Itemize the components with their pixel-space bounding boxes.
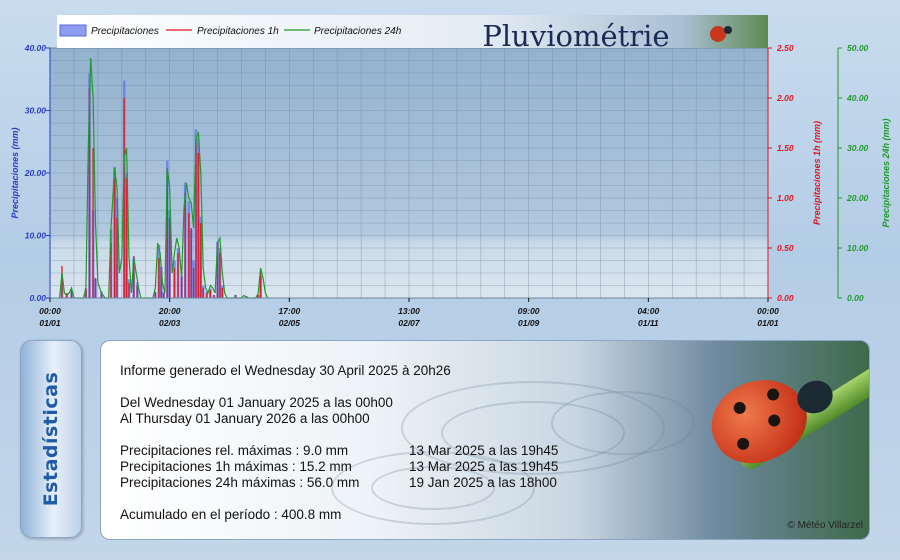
tick-label-right-1h: 0.00 bbox=[777, 293, 794, 303]
tick-label-right-24h: 20.00 bbox=[846, 193, 869, 203]
tick-label-right-24h: 40.00 bbox=[846, 93, 869, 103]
x-tick-time: 00:00 bbox=[39, 306, 61, 316]
x-tick-time: 20:00 bbox=[158, 306, 181, 316]
bar-precipitaciones-1h bbox=[188, 213, 190, 298]
stat-label: Precipitaciones 24h máximas : 56.0 mm bbox=[120, 475, 360, 490]
tick-label-left: 20.00 bbox=[24, 168, 47, 178]
legend: Precipitaciones Precipitaciones 1h Preci… bbox=[59, 24, 402, 37]
axis-label-right-1h: Precipitaciones 1h (mm) bbox=[812, 121, 822, 225]
bar-precipitaciones-1h bbox=[173, 268, 176, 298]
legend-label-precipitaciones: Precipitaciones bbox=[91, 26, 159, 37]
stats-tab[interactable]: Estadísticas bbox=[20, 340, 82, 538]
tick-label-left: 30.00 bbox=[25, 106, 47, 116]
tick-label-right-1h: 1.00 bbox=[777, 193, 794, 203]
bar-precipitaciones-1h bbox=[177, 253, 179, 298]
legend-swatch-precipitaciones bbox=[59, 24, 87, 37]
precipitation-chart: Pluviométrie Precipitaciones Precipitaci… bbox=[10, 15, 891, 328]
x-tick-date: 01/09 bbox=[518, 318, 540, 328]
x-tick-time: 09:00 bbox=[518, 306, 540, 316]
bar-precipitaciones-1h bbox=[92, 148, 94, 298]
stat-label: Precipitaciones rel. máximas : 9.0 mm bbox=[120, 443, 349, 458]
bar-precipitaciones-1h bbox=[136, 286, 139, 298]
tick-label-right-24h: 30.00 bbox=[847, 143, 869, 153]
bar-precipitaciones-1h bbox=[190, 228, 192, 298]
ladybug-thumbnail-head-icon bbox=[724, 26, 732, 34]
bar-precipitaciones-1h bbox=[219, 253, 221, 298]
bar-precipitaciones-1h bbox=[206, 293, 208, 298]
axis-label-left: Precipitaciones (mm) bbox=[10, 127, 20, 218]
period-from-line: Del Wednesday 01 January 2025 a las 00h0… bbox=[120, 395, 393, 410]
tick-label-right-1h: 2.00 bbox=[776, 93, 794, 103]
x-tick-date: 02/07 bbox=[398, 318, 421, 328]
axis-left: 0.00 10.00 20.00 30.00 40.00 bbox=[24, 43, 51, 303]
stat-row-max-24h: Precipitaciones 24h máximas : 56.0 mm 19… bbox=[120, 475, 557, 491]
x-tick-time: 00:00 bbox=[757, 306, 779, 316]
x-tick-date: 01/01 bbox=[757, 318, 779, 328]
tick-label-right-1h: 0.50 bbox=[777, 243, 794, 253]
tick-label-left: 10.00 bbox=[25, 231, 47, 241]
axis-label-right-24h: Precipitaciones 24h (mm) bbox=[881, 118, 891, 227]
bar-precipitaciones-1h bbox=[192, 268, 195, 298]
axis-right-1h: 0.00 0.50 1.00 1.50 2.00 2.50 bbox=[767, 43, 794, 303]
bar-precipitaciones-1h bbox=[221, 288, 224, 298]
period-to-line: Al Thursday 01 January 2026 a las 00h00 bbox=[120, 411, 370, 426]
stats-panel: Informe generado el Wednesday 30 April 2… bbox=[100, 340, 870, 540]
ladybug-thumbnail-icon bbox=[710, 26, 726, 42]
legend-label-precipitaciones-1h: Precipitaciones 1h bbox=[197, 26, 279, 37]
bar-precipitaciones-1h bbox=[209, 290, 212, 298]
bar-precipitaciones-1h bbox=[197, 153, 200, 298]
stat-date: 19 Jan 2025 a las 18h00 bbox=[409, 475, 557, 490]
copyright-text: © Météo Villarzel bbox=[787, 520, 863, 531]
bar-precipitaciones-1h bbox=[94, 278, 97, 298]
bar-precipitaciones-1h bbox=[158, 258, 160, 298]
bar-precipitaciones-1h bbox=[116, 218, 118, 298]
tick-label-right-24h: 10.00 bbox=[847, 243, 869, 253]
tick-label-right-1h: 1.50 bbox=[777, 143, 794, 153]
x-tick-date: 01/01 bbox=[39, 318, 61, 328]
x-tick-date: 01/11 bbox=[638, 318, 659, 328]
stat-row-max-1h: Precipitaciones 1h máximas : 15.2 mm 13 … bbox=[120, 459, 558, 475]
bar-precipitaciones-1h bbox=[162, 293, 165, 298]
chart-title: Pluviométrie bbox=[482, 19, 669, 53]
legend-label-precipitaciones-24h: Precipitaciones 24h bbox=[314, 26, 402, 37]
ripple-decoration bbox=[551, 391, 695, 455]
x-tick-time: 04:00 bbox=[637, 306, 659, 316]
tick-label-left: 0.00 bbox=[29, 293, 46, 303]
tick-label-right-24h: 0.00 bbox=[847, 293, 864, 303]
ladybug-icon bbox=[698, 364, 820, 478]
tick-label-right-1h: 2.50 bbox=[776, 43, 794, 53]
bar-precipitaciones-1h bbox=[200, 223, 202, 298]
stat-date: 13 Mar 2025 a las 19h45 bbox=[409, 459, 559, 474]
bar-precipitaciones-1h bbox=[184, 193, 186, 298]
bar-precipitaciones-1h bbox=[168, 218, 171, 298]
stat-label: Precipitaciones 1h máximas : 15.2 mm bbox=[120, 459, 352, 474]
title-banner: Pluviométrie bbox=[57, 15, 768, 53]
x-tick-time: 13:00 bbox=[398, 306, 420, 316]
x-axis: 00:00 01/01 20:00 02/03 17:00 02/05 13:00 02/07… bbox=[39, 298, 779, 328]
bar-precipitaciones-1h bbox=[113, 178, 116, 298]
bar-precipitaciones-1h bbox=[180, 278, 183, 298]
bar-precipitaciones-1h bbox=[154, 292, 157, 298]
stat-date: 13 Mar 2025 a las 19h45 bbox=[409, 443, 559, 458]
stats-tab-label: Estadísticas bbox=[40, 371, 62, 507]
x-tick-date: 02/05 bbox=[279, 318, 301, 328]
accumulated-line: Acumulado en el período : 400.8 mm bbox=[120, 507, 342, 522]
axis-right-24h: 0.00 10.00 20.00 30.00 40.00 50.00 bbox=[837, 43, 869, 303]
stat-row-max-rel: Precipitaciones rel. máximas : 9.0 mm 13… bbox=[120, 443, 558, 459]
tick-label-right-24h: 50.00 bbox=[847, 43, 869, 53]
bar-precipitaciones-1h bbox=[128, 283, 130, 298]
tick-label-left: 40.00 bbox=[24, 43, 47, 53]
report-generated-line: Informe generado el Wednesday 30 April 2… bbox=[120, 363, 451, 378]
x-tick-date: 02/03 bbox=[159, 318, 181, 328]
x-tick-time: 17:00 bbox=[278, 306, 300, 316]
bar-precipitaciones-1h bbox=[202, 288, 204, 298]
